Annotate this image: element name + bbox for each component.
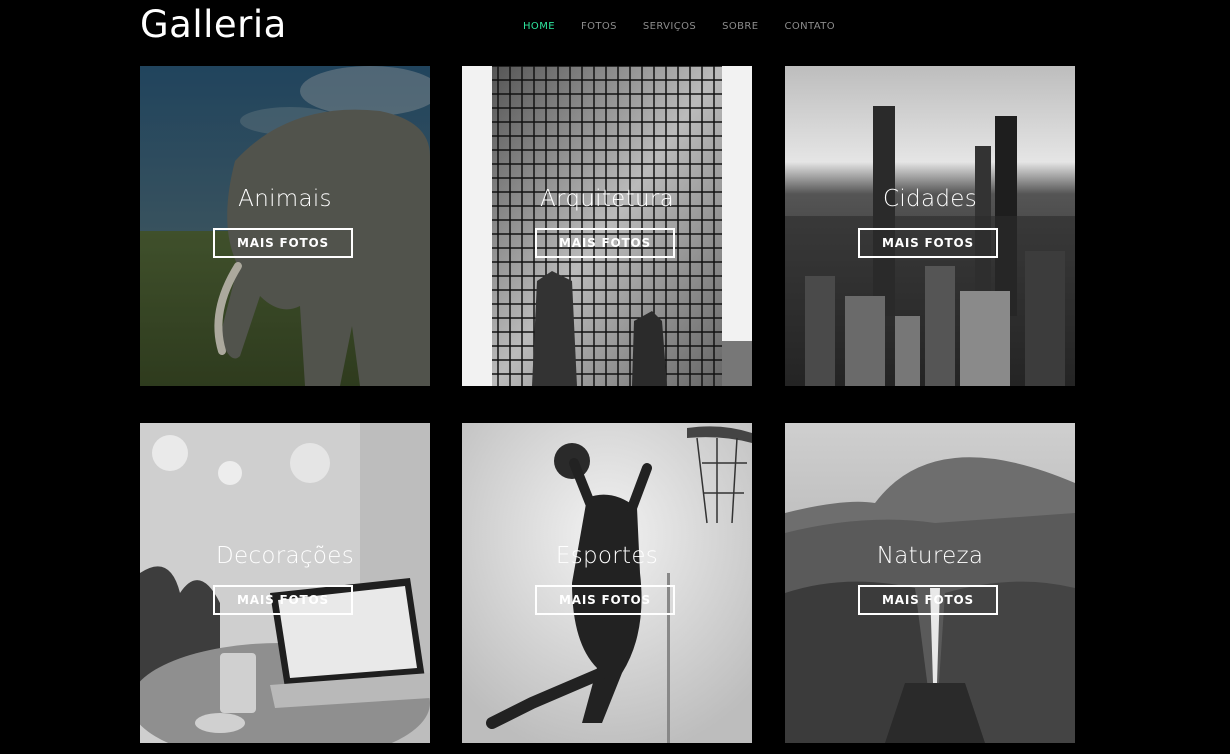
building-image [462,66,752,386]
basketball-player-image [462,423,752,743]
gallery-card-decoracoes[interactable]: Decorações MAIS FOTOS [140,423,430,743]
mais-fotos-button[interactable]: MAIS FOTOS [858,585,998,615]
card-title: Cidades [883,186,977,212]
mais-fotos-button[interactable]: MAIS FOTOS [213,585,353,615]
card-title: Animais [238,186,332,212]
card-title: Natureza [876,543,984,569]
nav-servicos-link[interactable]: SERVIÇOS [643,20,696,34]
cafe-laptop-image [140,423,430,743]
site-header: Galleria HOME FOTOS SERVIÇOS SOBRE CONTA… [0,0,1230,54]
elephant-image [140,66,430,386]
gallery-card-natureza[interactable]: Natureza MAIS FOTOS [785,423,1075,743]
gallery-card-cidades[interactable]: Cidades MAIS FOTOS [785,66,1075,386]
mais-fotos-button[interactable]: MAIS FOTOS [858,228,998,258]
nav-home-link[interactable]: HOME [523,20,555,34]
mountain-waterfall-image [785,423,1075,743]
nav-sobre-link[interactable]: SOBRE [722,20,758,34]
card-title: Esportes [555,543,659,569]
gallery-card-arquitetura[interactable]: Arquitetura MAIS FOTOS [462,66,752,386]
nav-contato-link[interactable]: CONTATO [785,20,836,34]
gallery-card-esportes[interactable]: Esportes MAIS FOTOS [462,423,752,743]
mais-fotos-button[interactable]: MAIS FOTOS [535,228,675,258]
card-title: Arquitetura [540,186,674,212]
main-nav: HOME FOTOS SERVIÇOS SOBRE CONTATO [523,20,861,34]
gallery-card-animais[interactable]: Animais MAIS FOTOS [140,66,430,386]
site-logo[interactable]: Galleria [140,0,287,50]
city-skyline-image [785,66,1075,386]
nav-fotos-link[interactable]: FOTOS [581,20,617,34]
card-title: Decorações [216,543,354,569]
mais-fotos-button[interactable]: MAIS FOTOS [535,585,675,615]
mais-fotos-button[interactable]: MAIS FOTOS [213,228,353,258]
